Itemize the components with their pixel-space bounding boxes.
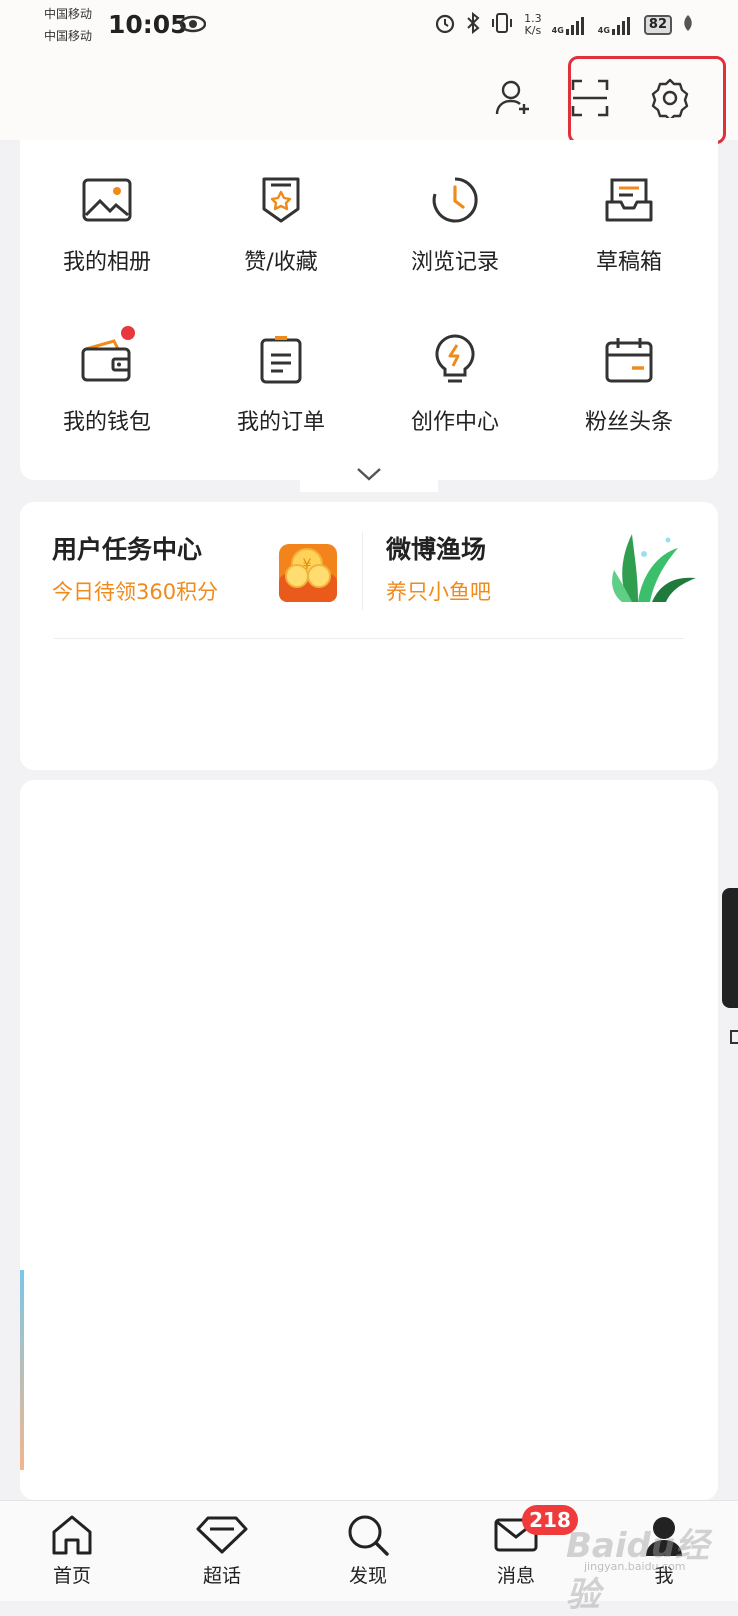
clock: 10:05 bbox=[108, 10, 188, 39]
menu-label: 赞/收藏 bbox=[244, 250, 318, 275]
menu-item-likes[interactable]: 赞/收藏 bbox=[194, 170, 368, 276]
signal-icon-2: 4G bbox=[598, 15, 634, 35]
menu-item-history[interactable]: 浏览记录 bbox=[368, 170, 542, 276]
leaf-icon bbox=[682, 14, 694, 36]
coin-pouch-illustration: ¥ bbox=[277, 538, 339, 608]
task-subtitle: 养只小鱼吧 bbox=[386, 580, 491, 604]
task-title: 微博渔场 bbox=[386, 535, 487, 564]
menu-label: 我的订单 bbox=[236, 410, 325, 435]
net-speed: 1.3 K/s bbox=[524, 13, 542, 37]
svg-text:¥: ¥ bbox=[303, 557, 312, 573]
net-speed-unit: K/s bbox=[524, 24, 542, 37]
menu-item-album[interactable]: 我的相册 bbox=[20, 170, 194, 276]
menu-item-drafts[interactable]: 草稿箱 bbox=[542, 170, 716, 276]
home-icon bbox=[22, 1511, 122, 1559]
diamond-icon bbox=[172, 1511, 272, 1559]
status-bar: 中国移动 中国移动 10:05 1.3 K/s 4G 4G 82 bbox=[0, 0, 738, 60]
menu-item-orders[interactable]: 我的订单 bbox=[194, 330, 368, 436]
mail-icon: 218 bbox=[466, 1505, 578, 1559]
side-edge-marker bbox=[730, 1030, 738, 1044]
wallet-icon bbox=[77, 326, 137, 390]
search-icon bbox=[318, 1511, 418, 1559]
menu-item-creator[interactable]: 创作中心 bbox=[368, 330, 542, 436]
nav-discover[interactable]: 发现 bbox=[318, 1511, 418, 1588]
annotation-highlight-box bbox=[568, 56, 726, 144]
content-card bbox=[20, 780, 718, 1500]
calendar-icon bbox=[599, 330, 659, 390]
photo-album-icon bbox=[77, 170, 137, 230]
battery-indicator: 82 bbox=[643, 15, 672, 35]
nav-super-topic[interactable]: 超话 bbox=[172, 1511, 272, 1588]
menu-label: 创作中心 bbox=[410, 410, 499, 435]
menu-item-wallet[interactable]: 我的钱包 bbox=[20, 326, 194, 436]
nav-label: 超话 bbox=[202, 1565, 241, 1587]
seaweed-illustration bbox=[608, 524, 700, 608]
menu-label: 浏览记录 bbox=[410, 250, 499, 275]
notification-dot bbox=[121, 326, 135, 340]
menu-label: 我的相册 bbox=[62, 250, 151, 275]
orders-icon bbox=[251, 330, 311, 390]
creator-bulb-icon bbox=[425, 330, 485, 390]
shortcut-menu-card: 我的相册 赞/收藏 浏览记录 草稿箱 我的钱包 我的订单 创作中心 粉丝头条 bbox=[20, 140, 718, 480]
chevron-down-icon[interactable] bbox=[356, 466, 382, 485]
carrier-2: 中国移动 bbox=[44, 29, 93, 43]
menu-label: 草稿箱 bbox=[595, 250, 662, 275]
eye-icon bbox=[179, 14, 207, 38]
nav-label: 首页 bbox=[52, 1565, 91, 1587]
task-subtitle: 今日待领360积分 bbox=[52, 580, 219, 604]
task-divider bbox=[362, 532, 363, 610]
add-user-icon[interactable] bbox=[490, 74, 538, 122]
nav-messages[interactable]: 218 消息 bbox=[466, 1505, 578, 1588]
likes-favorites-icon bbox=[251, 170, 311, 230]
drafts-box-icon bbox=[599, 170, 659, 230]
alarm-icon bbox=[434, 12, 456, 38]
task-card: 用户任务中心 今日待领360积分 ¥ 微博渔场 养只小鱼吧 bbox=[20, 502, 718, 770]
nav-label: 发现 bbox=[348, 1565, 387, 1587]
divider bbox=[54, 638, 684, 639]
nav-label: 消息 bbox=[496, 1565, 535, 1587]
signal-label-2: 4G bbox=[597, 26, 610, 35]
signal-label-1: 4G bbox=[551, 26, 564, 35]
bluetooth-icon bbox=[466, 11, 480, 38]
menu-label: 粉丝头条 bbox=[584, 410, 673, 435]
signal-icon: 4G bbox=[552, 15, 588, 35]
vibrate-icon bbox=[490, 12, 514, 38]
carrier-1: 中国移动 bbox=[44, 7, 93, 21]
watermark-url: jingyan.baidu.com bbox=[584, 1560, 686, 1573]
menu-label: 我的钱包 bbox=[62, 410, 151, 435]
side-panel-handle[interactable] bbox=[722, 888, 738, 1008]
task-title: 用户任务中心 bbox=[52, 535, 203, 564]
weibo-fish-farm[interactable]: 微博渔场 养只小鱼吧 bbox=[386, 530, 491, 606]
user-task-center[interactable]: 用户任务中心 今日待领360积分 bbox=[52, 530, 218, 606]
edge-image-strip bbox=[20, 1270, 24, 1470]
menu-item-fans-headline[interactable]: 粉丝头条 bbox=[542, 330, 716, 436]
status-icons: 1.3 K/s 4G 4G 82 bbox=[434, 10, 694, 40]
history-clock-icon bbox=[425, 170, 485, 230]
nav-home[interactable]: 首页 bbox=[22, 1511, 122, 1588]
